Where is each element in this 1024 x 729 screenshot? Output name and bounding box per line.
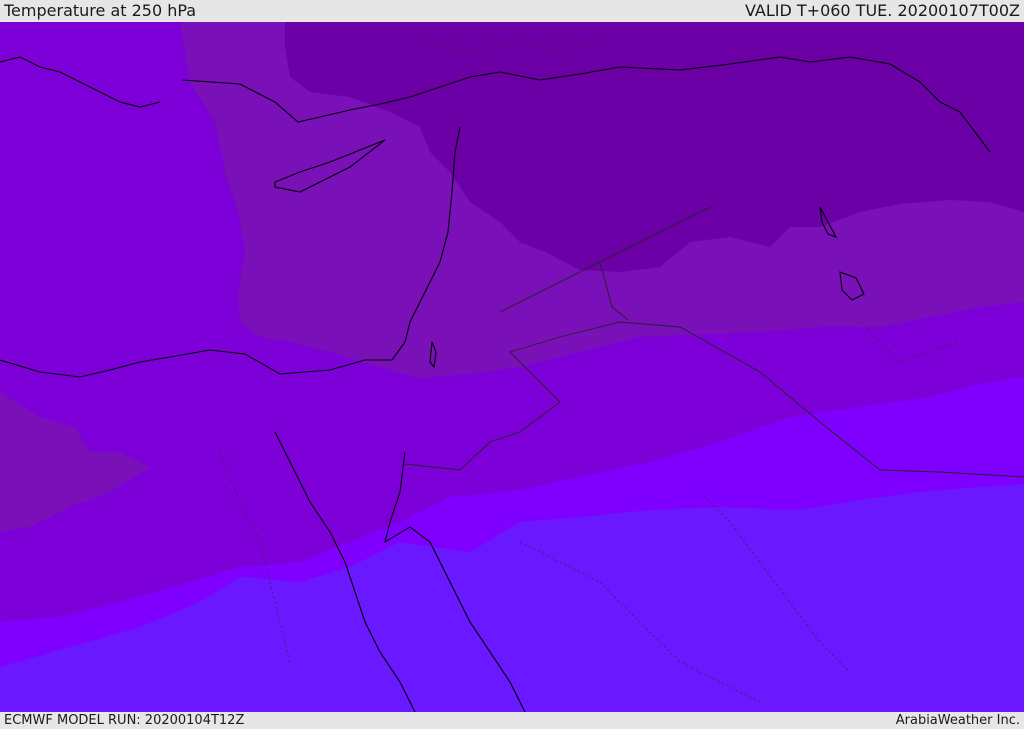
model-run-label: ECMWF MODEL RUN: 20200104T12Z xyxy=(4,713,245,728)
map-header: Temperature at 250 hPa VALID T+060 TUE. … xyxy=(0,0,1024,22)
temperature-map xyxy=(0,22,1024,712)
valid-time: VALID T+060 TUE. 20200107T00Z xyxy=(744,1,1020,20)
map-title: Temperature at 250 hPa xyxy=(4,1,197,20)
map-canvas xyxy=(0,22,1024,712)
map-footer: ECMWF MODEL RUN: 20200104T12Z ArabiaWeat… xyxy=(0,712,1024,729)
credit-label: ArabiaWeather Inc. xyxy=(895,713,1020,728)
